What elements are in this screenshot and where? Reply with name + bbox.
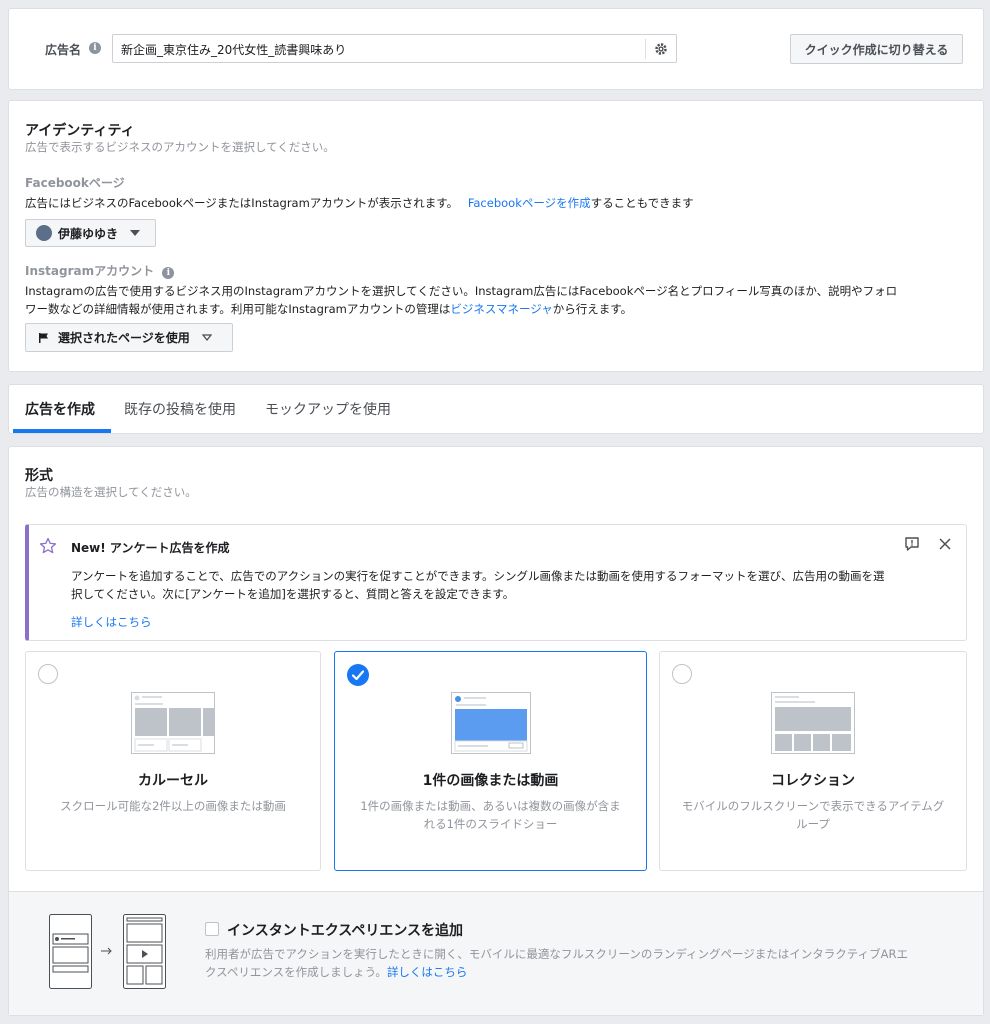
notice-title: New! アンケート広告を作成 — [71, 541, 230, 555]
instant-experience-title[interactable]: インスタントエクスペリエンスを追加 — [227, 920, 463, 940]
format-card: 形式 広告の構造を選択してください。 New! アンケート広告を作成 アンケート… — [8, 446, 984, 1016]
tab-mockup[interactable]: モックアップを使用 — [265, 399, 391, 419]
facebook-page-label: Facebookページ — [25, 176, 125, 190]
checked-icon[interactable] — [347, 664, 369, 686]
tab-active-indicator — [13, 429, 111, 433]
avatar — [36, 225, 52, 241]
format-option-carousel[interactable]: カルーセル スクロール可能な2件以上の画像または動画 — [25, 651, 321, 871]
star-outline-icon — [39, 537, 57, 554]
single-image-desc: 1件の画像または動画、あるいは複数の画像が含まれる1件のスライドショー — [360, 799, 621, 831]
notice-text-line2: 択してください。次に[アンケートを追加]を選択すると、質問と答えを設定できます。 — [71, 587, 515, 601]
identity-title: アイデンティティ — [25, 123, 135, 139]
radio-carousel[interactable] — [38, 664, 58, 684]
single-image-thumbnail-icon — [450, 692, 531, 754]
instant-experience-illustration-icon — [49, 914, 166, 989]
single-image-title: 1件の画像または動画 — [422, 773, 559, 789]
instant-experience-learn-more-link[interactable]: 詳しくはこちら — [387, 965, 468, 979]
carousel-title: カルーセル — [138, 773, 208, 789]
tab-existing-post[interactable]: 既存の投稿を使用 — [124, 399, 236, 419]
caret-down-icon — [130, 230, 141, 236]
facebook-page-select[interactable]: 伊藤ゆゆき — [25, 219, 156, 247]
format-subtitle: 広告の構造を選択してください。 — [25, 485, 197, 499]
quick-create-button[interactable]: クイック作成に切り替える — [790, 34, 963, 64]
instant-experience-checkbox[interactable] — [205, 922, 219, 936]
format-options: カルーセル スクロール可能な2件以上の画像または動画 1件の画像または動画 1件… — [25, 651, 967, 873]
tab-create-ad[interactable]: 広告を作成 — [25, 399, 95, 419]
instant-experience-section: インスタントエクスペリエンスを追加 利用者が広告でアクションを実行したときに開く… — [9, 891, 983, 1015]
info-icon[interactable]: i — [162, 267, 175, 279]
flag-icon — [39, 332, 48, 343]
format-title: 形式 — [25, 468, 53, 484]
instagram-desc-line2: ワー数などの詳細情報が使用されます。利用可能なInstagramアカウントの管理… — [25, 302, 633, 316]
business-manager-link[interactable]: ビジネスマネージャ — [450, 302, 552, 316]
ad-name-value: 新企画_東京住み_20代女性_読書興味あり — [121, 43, 347, 57]
carousel-desc: スクロール可能な2件以上の画像または動画 — [60, 799, 286, 813]
collection-desc: モバイルのフルスクリーンで表示できるアイテムグループ — [681, 799, 945, 831]
gear-icon[interactable] — [654, 42, 668, 56]
poll-ad-notice: New! アンケート広告を作成 アンケートを追加することで、広告でのアクションの… — [25, 524, 967, 641]
notice-text-line1: アンケートを追加することで、広告でのアクションの実行を促すことができます。シング… — [71, 569, 885, 583]
collection-title: コレクション — [771, 773, 855, 789]
instant-experience-desc-line2: クスペリエンスを作成しましょう。詳しくはこちら — [205, 965, 468, 979]
identity-card: アイデンティティ 広告で表示するビジネスのアカウントを選択してください。 Fac… — [8, 100, 984, 372]
quick-create-label: クイック作成に切り替える — [804, 42, 949, 57]
carousel-thumbnail-icon — [131, 692, 215, 754]
format-option-single-image[interactable]: 1件の画像または動画 1件の画像または動画、あるいは複数の画像が含まれる1件のス… — [334, 651, 647, 871]
create-facebook-page-link[interactable]: Facebookページを作成 — [468, 196, 591, 210]
info-icon[interactable]: i — [89, 42, 101, 54]
instagram-desc-line1: Instagramの広告で使用するビジネス用のInstagramアカウントを選択… — [25, 284, 898, 298]
instagram-account-select[interactable]: 選択されたページを使用 — [25, 323, 233, 352]
format-option-collection[interactable]: コレクション モバイルのフルスクリーンで表示できるアイテムグループ — [659, 651, 967, 871]
ad-name-label: 広告名 — [45, 43, 82, 57]
tabs-card: 広告を作成 既存の投稿を使用 モックアップを使用 — [8, 384, 984, 434]
ad-name-input[interactable]: 新企画_東京住み_20代女性_読書興味あり — [112, 34, 677, 63]
caret-down-outline-icon — [201, 333, 212, 341]
instagram-account-label: Instagramアカウント i — [25, 262, 175, 279]
facebook-page-desc: 広告にはビジネスのFacebookページまたはInstagramアカウントが表示… — [25, 196, 694, 210]
ad-name-card: 広告名 i 新企画_東京住み_20代女性_読書興味あり クイック作成に切り替える — [8, 8, 984, 90]
radio-collection[interactable] — [672, 664, 692, 684]
facebook-page-name: 伊藤ゆゆき — [58, 226, 119, 241]
feedback-icon[interactable] — [904, 536, 920, 552]
notice-learn-more-link[interactable]: 詳しくはこちら — [71, 614, 152, 630]
identity-subtitle: 広告で表示するビジネスのアカウントを選択してください。 — [25, 140, 335, 154]
instagram-select-value: 選択されたページを使用 — [58, 331, 190, 345]
collection-thumbnail-icon — [771, 692, 855, 754]
close-icon[interactable] — [938, 537, 952, 551]
instant-experience-desc-line1: 利用者が広告でアクションを実行したときに開く、モバイルに最適なフルスクリーンのラ… — [205, 947, 908, 961]
